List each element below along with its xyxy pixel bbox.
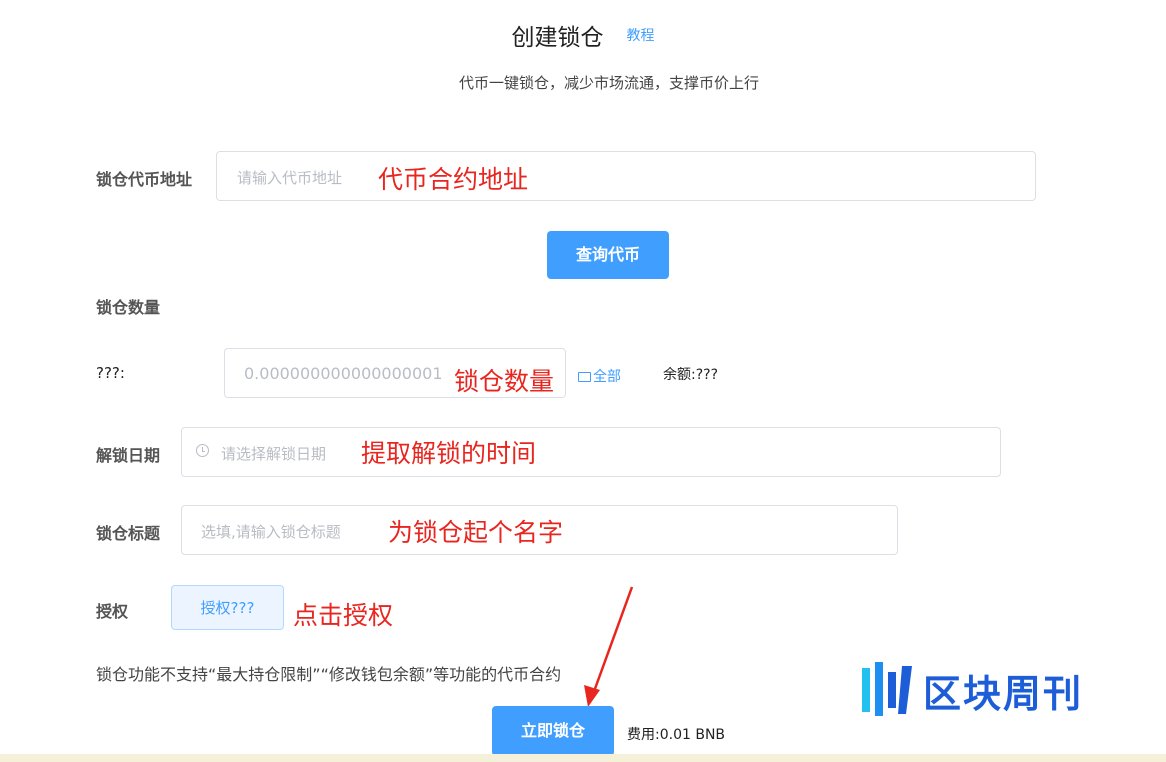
token-address-placeholder: 请输入代币地址 (237, 169, 343, 187)
authorize-label: 授权 (96, 602, 129, 621)
bottom-strip (0, 754, 1166, 762)
lock-title-placeholder: 选填,请输入锁仓标题 (201, 523, 341, 541)
all-amount-link[interactable]: 全部 (578, 366, 621, 386)
page-title: 创建锁仓 (511, 25, 604, 51)
token-address-annotation: 代币合约地址 (378, 165, 529, 194)
watermark-logo-icon (862, 662, 912, 716)
page-subtitle: 代币一键锁仓，减少市场流通，支撑币价上行 (458, 74, 759, 92)
lock-now-button[interactable]: 立即锁仓 (492, 706, 614, 756)
lock-amount-section-label: 锁仓数量 (96, 298, 161, 317)
authorize-annotation: 点击授权 (293, 601, 394, 630)
unlock-date-picker[interactable]: 请选择解锁日期 (181, 427, 1001, 477)
folder-icon (578, 372, 591, 382)
unsupported-notice: 锁仓功能不支持“最大持仓限制”“修改钱包余额”等功能的代币合约 (96, 665, 562, 684)
unlock-date-annotation: 提取解锁的时间 (361, 439, 537, 468)
balance-text: 余额:??? (663, 367, 719, 383)
page-header: 创建锁仓 教程 (0, 18, 1166, 52)
lock-title-annotation: 为锁仓起个名字 (388, 518, 564, 547)
all-amount-label: 全部 (593, 369, 621, 385)
unlock-date-placeholder: 请选择解锁日期 (221, 445, 327, 463)
token-address-input[interactable]: 请输入代币地址 (216, 151, 1036, 201)
arrow-annotation-icon (584, 586, 634, 707)
authorize-button[interactable]: 授权??? (171, 585, 284, 630)
fee-text: 费用:0.01 BNB (627, 727, 726, 743)
watermark-logo: 区块周刊 (858, 655, 1158, 723)
token-address-label: 锁仓代币地址 (96, 170, 193, 189)
lock-amount-annotation: 锁仓数量 (454, 367, 555, 396)
lock-title-label: 锁仓标题 (96, 524, 161, 543)
lock-amount-placeholder: 0.000000000000000001 (244, 364, 443, 383)
token-symbol-label: ???: (96, 364, 125, 382)
unlock-date-label: 解锁日期 (96, 446, 161, 465)
query-token-button[interactable]: 查询代币 (547, 231, 669, 279)
clock-icon (196, 444, 209, 457)
tutorial-link[interactable]: 教程 (627, 28, 655, 44)
watermark-text: 区块周刊 (923, 672, 1084, 716)
